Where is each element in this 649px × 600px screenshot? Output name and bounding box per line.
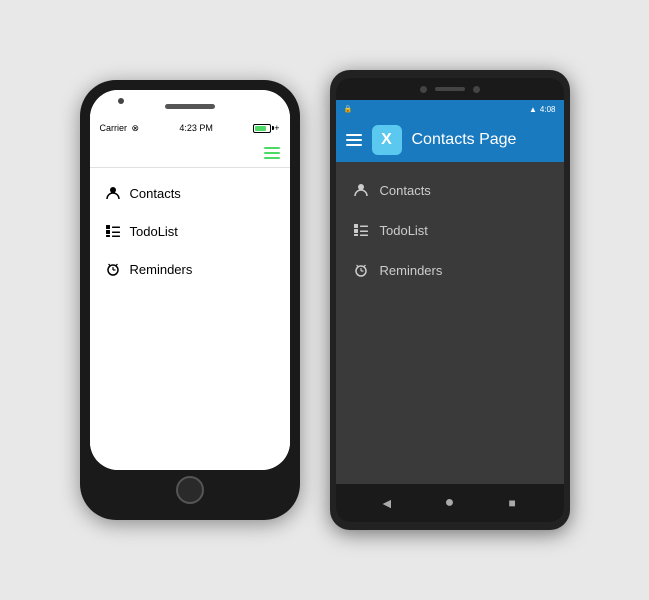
- android-status-right: ▲ 4:08: [529, 105, 556, 114]
- ios-home-area: [90, 470, 290, 510]
- alarm-icon: [104, 260, 122, 278]
- android-home-button[interactable]: ●: [438, 492, 460, 514]
- android-nav-reminders[interactable]: Reminders: [336, 250, 564, 290]
- android-bottom-nav: ◄ ● ■: [336, 484, 564, 522]
- android-nav-list: Contacts TodoList: [336, 162, 564, 484]
- list-icon: [104, 222, 122, 240]
- ios-nav-todolist[interactable]: TodoList: [90, 212, 290, 250]
- android-nav-todolist[interactable]: TodoList: [336, 210, 564, 250]
- ios-battery-icon: [253, 124, 271, 133]
- android-camera2: [473, 86, 480, 93]
- ios-carrier: Carrier ⊗: [100, 123, 140, 134]
- ios-nav-contacts[interactable]: Contacts: [90, 174, 290, 212]
- android-recent-button[interactable]: ■: [501, 492, 523, 514]
- android-list-icon: [352, 221, 370, 239]
- ios-battery-fill: [255, 126, 266, 131]
- android-back-button[interactable]: ◄: [376, 492, 398, 514]
- android-contacts-label: Contacts: [380, 183, 431, 198]
- ios-speaker: [165, 104, 215, 109]
- android-phone: 🔒 ▲ 4:08 X Contacts Page: [330, 70, 570, 530]
- android-screen: 🔒 ▲ 4:08 X Contacts Page: [336, 78, 564, 522]
- android-hamburger-icon[interactable]: [346, 134, 362, 146]
- ios-reminders-label: Reminders: [130, 262, 193, 277]
- ios-screen: Carrier ⊗ 4:23 PM +: [90, 90, 290, 470]
- android-time: 4:08: [540, 105, 556, 114]
- ios-camera: [118, 98, 124, 104]
- ios-status-bar: Carrier ⊗ 4:23 PM +: [90, 118, 290, 138]
- hamburger-icon[interactable]: [264, 147, 280, 159]
- ios-todolist-label: TodoList: [130, 224, 178, 239]
- android-alarm-icon: [352, 261, 370, 279]
- android-todolist-label: TodoList: [380, 223, 428, 238]
- android-reminders-label: Reminders: [380, 263, 443, 278]
- ios-contacts-label: Contacts: [130, 186, 181, 201]
- ios-time: 4:23 PM: [179, 123, 213, 133]
- android-status-left: 🔒: [344, 105, 353, 113]
- android-page-title: Contacts Page: [412, 131, 517, 149]
- android-speaker: [435, 87, 465, 91]
- ios-app-header: [90, 138, 290, 168]
- ios-battery-area: +: [253, 123, 279, 133]
- ios-top-hardware: [90, 90, 290, 118]
- android-camera: [420, 86, 427, 93]
- lock-icon: 🔒: [344, 105, 353, 113]
- ios-home-button[interactable]: [176, 476, 204, 504]
- ios-phone: Carrier ⊗ 4:23 PM +: [80, 80, 300, 520]
- android-nav-contacts[interactable]: Contacts: [336, 170, 564, 210]
- person-icon: [104, 184, 122, 202]
- android-status-bar: 🔒 ▲ 4:08: [336, 100, 564, 118]
- ios-nav-reminders[interactable]: Reminders: [90, 250, 290, 288]
- android-toolbar: X Contacts Page: [336, 118, 564, 162]
- android-signal: ▲: [529, 105, 537, 114]
- android-app-logo: X: [372, 125, 402, 155]
- ios-nav-list: Contacts TodoList: [90, 168, 290, 470]
- android-sensors: [336, 78, 564, 100]
- android-person-icon: [352, 181, 370, 199]
